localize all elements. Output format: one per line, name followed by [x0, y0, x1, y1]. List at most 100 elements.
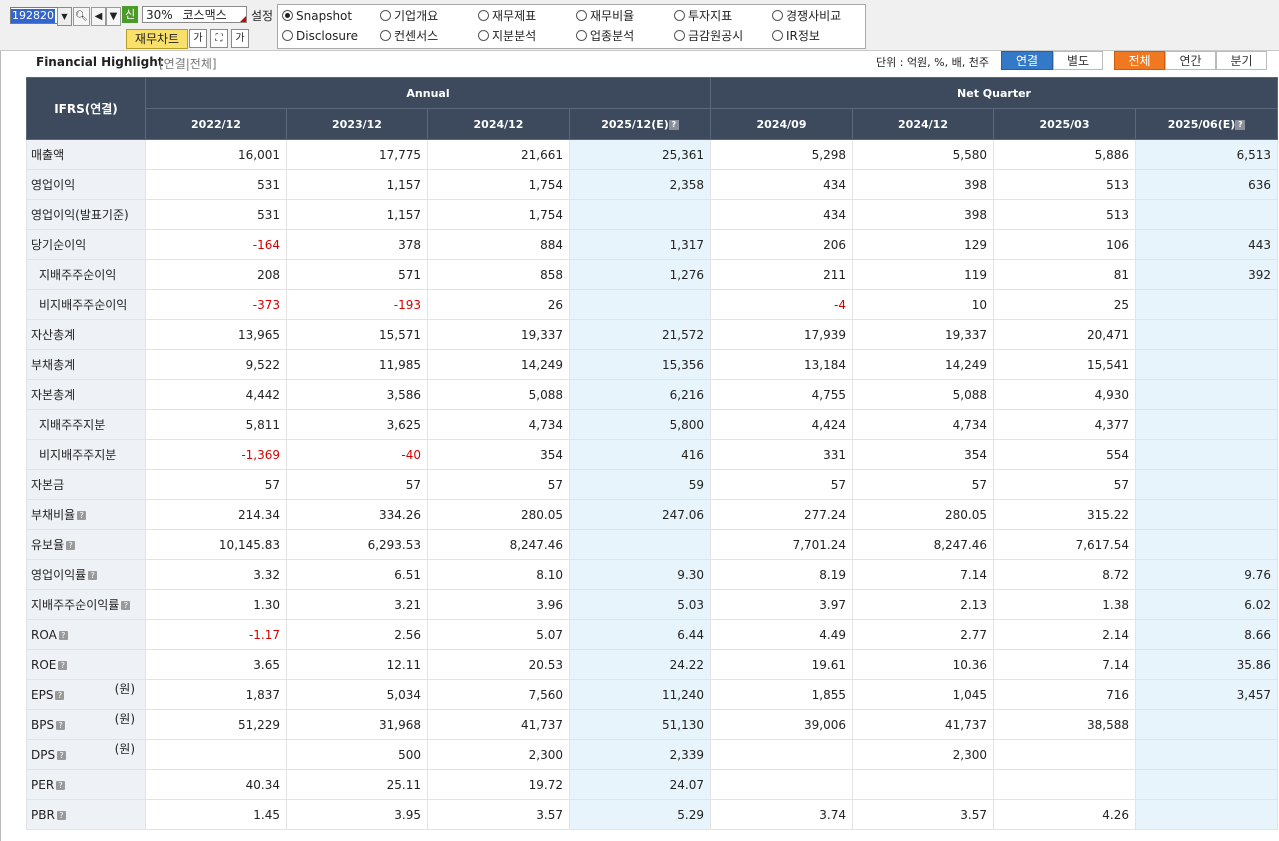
speaker-icon[interactable]: ◀: [91, 7, 106, 26]
help-icon[interactable]: ?: [668, 119, 679, 130]
row-label: 유보율?: [26, 529, 146, 560]
table-cell: -40: [286, 439, 428, 470]
radio-ir-info[interactable]: IR정보: [772, 29, 820, 43]
table-cell: 4,377: [993, 409, 1137, 440]
radio-snapshot[interactable]: Snapshot: [282, 9, 352, 23]
help-icon[interactable]: ?: [1235, 119, 1246, 130]
table-cell: [568, 529, 712, 560]
table-row: PBR? 1.45 3.95 3.57 5.29 3.74 3.57 4.26: [26, 799, 1279, 830]
help-icon[interactable]: ?: [58, 660, 68, 670]
row-label: ROE?: [26, 649, 146, 680]
table-cell: 1.30: [145, 589, 287, 620]
fit-screen-icon[interactable]: ⛶: [210, 29, 228, 48]
help-icon[interactable]: ?: [58, 630, 68, 640]
table-cell: [710, 769, 854, 800]
table-cell: 39,006: [710, 709, 854, 740]
radio-ownership[interactable]: 지분분석: [478, 29, 536, 43]
table-cell: 3.74: [710, 799, 854, 830]
font-smaller-button[interactable]: 가: [189, 29, 207, 48]
table-cell: 2,339: [568, 739, 712, 770]
radio-fss-disclosure[interactable]: 금감원공시: [674, 29, 743, 43]
radio-competitor-compare[interactable]: 경쟁사비교: [772, 9, 841, 23]
table-cell: [993, 769, 1137, 800]
toggle-consolidated[interactable]: 연결: [1001, 51, 1053, 70]
table-cell: 2,300: [427, 739, 570, 770]
table-cell: 21,661: [427, 139, 570, 170]
column-header: 2025/03: [993, 108, 1137, 140]
help-icon[interactable]: ?: [57, 750, 67, 760]
font-larger-button[interactable]: 가: [231, 29, 249, 48]
financial-chart-button[interactable]: 재무차트: [126, 29, 188, 49]
table-cell: 8.19: [710, 559, 854, 590]
new-badge[interactable]: 신: [122, 6, 138, 23]
radio-consensus[interactable]: 컨센서스: [380, 29, 438, 43]
table-cell: -1.17: [145, 619, 287, 650]
table-row: 유보율? 10,145.83 6,293.53 8,247.46 7,701.24 8,2…: [26, 529, 1279, 560]
table-row: 비지배주주순이익 -373 -193 26 -4 10 25: [26, 289, 1279, 320]
help-icon[interactable]: ?: [66, 541, 76, 550]
chevron-down-icon[interactable]: ▼: [57, 7, 72, 26]
table-cell: 5,800: [568, 409, 712, 440]
table-cell: 1,157: [286, 169, 428, 200]
table-row: 당기순이익 -164 378 884 1,317 206 129 106 443: [26, 229, 1279, 260]
stock-name-field[interactable]: 30% 코스맥스: [142, 6, 247, 23]
table-cell: 57: [286, 469, 428, 500]
table-cell: 11,240: [568, 679, 712, 710]
help-icon[interactable]: ?: [77, 511, 87, 520]
toggle-annual[interactable]: 연간: [1165, 51, 1216, 70]
row-label: 지배주주순이익: [26, 259, 146, 290]
row-label: 당기순이익: [26, 229, 146, 260]
table-cell: 8,247.46: [852, 529, 995, 560]
table-cell: [568, 289, 712, 320]
help-icon[interactable]: ?: [56, 810, 66, 820]
table-cell: 5,088: [427, 379, 570, 410]
table-row: 부채총계 9,522 11,985 14,249 15,356 13,184 14,249 1…: [26, 349, 1279, 380]
table-cell: 277.24: [710, 499, 854, 530]
radio-disclosure[interactable]: Disclosure: [282, 29, 358, 43]
radio-financial-ratios[interactable]: 재무비율: [576, 9, 634, 23]
chevron-down-icon[interactable]: ▼: [106, 7, 121, 26]
help-icon[interactable]: ?: [56, 780, 66, 790]
table-cell: 25: [993, 289, 1137, 320]
table-cell: 16,001: [145, 139, 287, 170]
help-icon[interactable]: ?: [56, 720, 66, 730]
table-cell: 4.49: [710, 619, 854, 650]
table-cell: 3.65: [145, 649, 287, 680]
help-icon[interactable]: ?: [88, 571, 98, 580]
toggle-quarter[interactable]: 분기: [1216, 51, 1267, 70]
unit-label: 단위 : 억원, %, 배, 천주: [876, 56, 989, 69]
table-cell: 24.07: [568, 769, 712, 800]
table-cell: 416: [568, 439, 712, 470]
help-icon[interactable]: ?: [55, 690, 65, 700]
radio-industry[interactable]: 업종분석: [576, 29, 634, 43]
table-cell: 24.22: [568, 649, 712, 680]
table-row: 매출액 16,001 17,775 21,661 25,361 5,298 5,580 5,8…: [26, 139, 1279, 170]
stock-code-input[interactable]: 192820: [10, 7, 58, 24]
row-label: 비지배주주지분: [26, 439, 146, 470]
table-cell: [1135, 499, 1279, 530]
settings-button[interactable]: 설정: [251, 7, 273, 24]
stock-name-value: 코스맥스: [182, 8, 227, 22]
table-cell: 9.76: [1135, 559, 1279, 590]
toggle-separate[interactable]: 별도: [1053, 51, 1103, 70]
quarter-group-header: Net Quarter: [710, 77, 1279, 109]
search-icon[interactable]: 🔍︎: [73, 7, 90, 26]
row-label: 자본금: [26, 469, 146, 500]
table-row: 자본총계 4,442 3,586 5,088 6,216 4,755 5,088 4,930: [26, 379, 1279, 410]
radio-investment-indicators[interactable]: 투자지표: [674, 9, 732, 23]
table-row: 지배주주지분 5,811 3,625 4,734 5,800 4,424 4,734 4,37…: [26, 409, 1279, 440]
table-cell: 1.45: [145, 799, 287, 830]
table-cell: 3.57: [852, 799, 995, 830]
table-cell: 4,734: [427, 409, 570, 440]
toggle-all[interactable]: 전체: [1114, 51, 1165, 70]
row-label: PBR?: [26, 799, 146, 830]
table-cell: 2.14: [993, 619, 1137, 650]
table-cell: 3.32: [145, 559, 287, 590]
table-cell: 531: [145, 169, 287, 200]
radio-financial-statements[interactable]: 재무제표: [478, 9, 536, 23]
table-cell: 7.14: [993, 649, 1137, 680]
radio-company-overview[interactable]: 기업개요: [380, 9, 438, 23]
help-icon[interactable]: ?: [121, 601, 131, 610]
table-cell: 25.11: [286, 769, 428, 800]
table-cell: 3.97: [710, 589, 854, 620]
